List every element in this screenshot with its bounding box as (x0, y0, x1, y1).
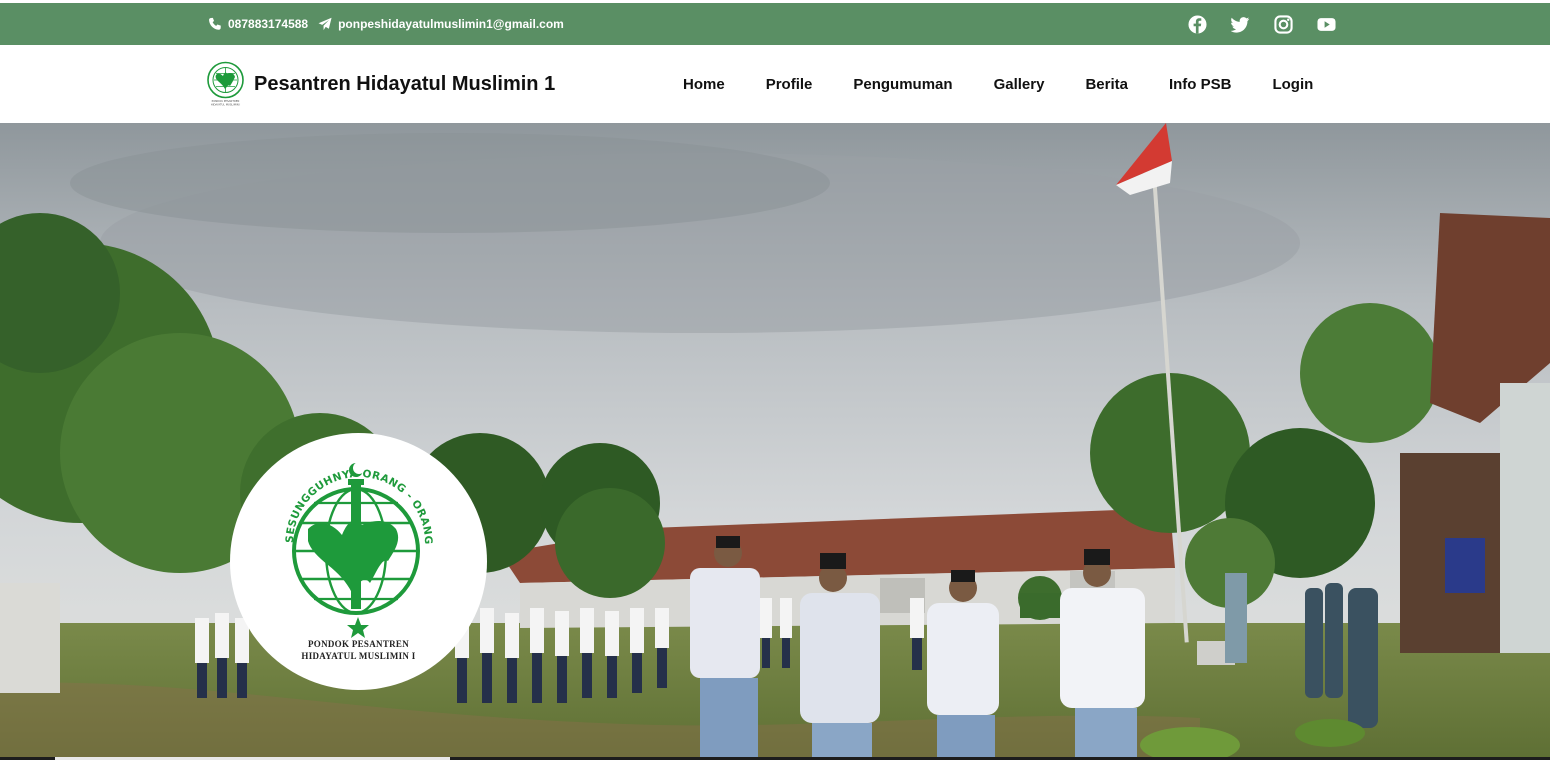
main-navbar: PONDOK PESANTREN HIDAYATUL MUSLIMIN I Pe… (0, 45, 1550, 123)
social-links (1188, 3, 1336, 45)
nav-info-psb[interactable]: Info PSB (1169, 76, 1232, 93)
svg-text:HIDAYATUL MUSLIMIN I: HIDAYATUL MUSLIMIN I (211, 103, 241, 107)
email-address: ponpeshidayatulmuslimin1@gmail.com (338, 17, 564, 31)
brand-logo: PONDOK PESANTREN HIDAYATUL MUSLIMIN I (206, 61, 245, 107)
emblem-line-1: PONDOK PESANTREN (307, 639, 410, 649)
brand[interactable]: PONDOK PESANTREN HIDAYATUL MUSLIMIN I Pe… (206, 45, 555, 123)
paper-plane-icon (318, 17, 332, 31)
nav-login[interactable]: Login (1272, 76, 1313, 93)
phone-contact[interactable]: 087883174588 (208, 17, 308, 31)
nav-gallery[interactable]: Gallery (994, 76, 1045, 93)
nav-home[interactable]: Home (683, 76, 725, 93)
emblem-line-2: HIDAYATUL MUSLIMIN I (301, 651, 416, 661)
contact-info: 087883174588 ponpeshidayatulmuslimin1@gm… (208, 3, 564, 45)
facebook-icon[interactable] (1188, 14, 1207, 34)
hero-banner: SESUNGGUHNYA ORANG - ORANG MUKMIN ITU BE… (0, 123, 1550, 760)
youtube-icon[interactable] (1317, 15, 1336, 34)
nav-berita[interactable]: Berita (1085, 76, 1128, 93)
brand-name: Pesantren Hidayatul Muslimin 1 (254, 72, 556, 95)
top-contact-bar: 087883174588 ponpeshidayatulmuslimin1@gm… (0, 3, 1550, 45)
nav-pengumuman[interactable]: Pengumuman (853, 76, 952, 93)
school-emblem: SESUNGGUHNYA ORANG - ORANG MUKMIN ITU BE… (230, 433, 487, 690)
email-contact[interactable]: ponpeshidayatulmuslimin1@gmail.com (318, 17, 564, 31)
phone-icon (208, 17, 222, 31)
twitter-icon[interactable] (1231, 15, 1250, 34)
svg-text:PONDOK PESANTREN: PONDOK PESANTREN (212, 99, 240, 103)
instagram-icon[interactable] (1274, 14, 1293, 34)
nav-menu: Home Profile Pengumuman Gallery Berita I… (683, 45, 1313, 123)
nav-profile[interactable]: Profile (766, 76, 813, 93)
phone-number: 087883174588 (228, 17, 309, 31)
